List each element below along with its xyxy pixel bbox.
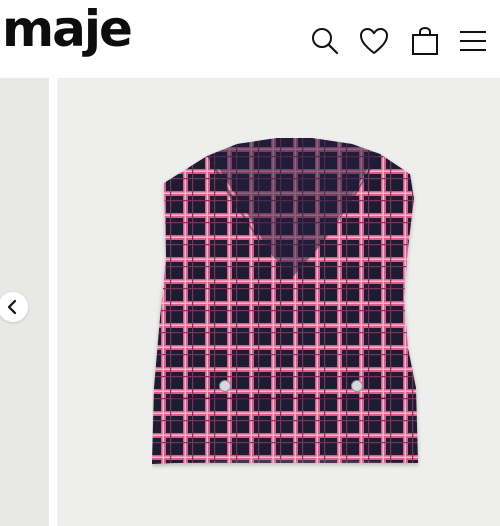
current-slide[interactable] [57, 78, 500, 526]
chevron-left-icon [7, 299, 17, 315]
slide-gap [49, 78, 57, 526]
heart-icon[interactable] [357, 24, 391, 58]
shopping-bag-icon[interactable] [408, 24, 442, 58]
menu-icon[interactable] [456, 24, 490, 58]
product-image-carousel[interactable] [0, 78, 500, 526]
search-icon[interactable] [308, 24, 342, 58]
product-image-plaid-vest [152, 138, 418, 464]
site-header: maje [0, 0, 500, 78]
brand-logo[interactable]: maje [2, 4, 133, 54]
